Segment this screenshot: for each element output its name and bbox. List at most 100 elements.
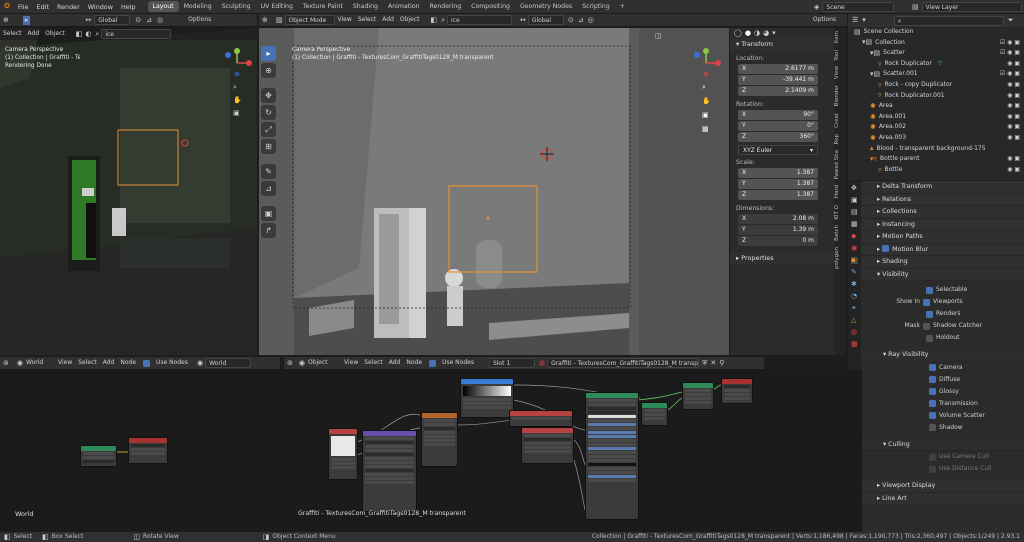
scene-properties-icon[interactable]: ◆ [851, 233, 858, 240]
section-line-art[interactable]: ▸ Line Art [861, 492, 1024, 505]
vp1-camera-view-icon[interactable]: ▣ [233, 110, 240, 117]
tool-scale-icon[interactable]: ⤢ [261, 122, 276, 137]
tab-geometry-nodes[interactable]: Geometry Nodes [515, 1, 577, 12]
sidebar-tab-item[interactable]: Item [834, 28, 840, 47]
add-workspace-button[interactable]: + [615, 1, 630, 12]
use-camera-cull-checkbox[interactable] [929, 453, 936, 461]
ray-shadow-row[interactable]: Shadow [861, 422, 1024, 434]
ray-transmission-checkbox[interactable] [929, 400, 936, 407]
shader-menu-view[interactable]: View [341, 358, 361, 368]
vp2-pivot-icon[interactable]: ⊙ [568, 16, 574, 24]
tab-uv-editing[interactable]: UV Editing [256, 1, 298, 12]
material-properties-icon[interactable]: ◍ [851, 329, 858, 336]
section-shading[interactable]: ▸ Shading [861, 256, 1024, 269]
sidebar-tab-batch[interactable]: Batch [834, 222, 840, 244]
view-layer-field[interactable]: View Layer [921, 2, 1022, 12]
options-dropdown[interactable]: Options [185, 15, 214, 25]
world-properties-icon[interactable]: ◉ [851, 245, 858, 252]
ray-glossy-checkbox[interactable] [929, 388, 936, 395]
vp1-view-toggle-icon[interactable]: ◧ [76, 30, 83, 38]
scale-y-field[interactable]: Y 1.387 [738, 179, 818, 189]
node-image-texture-c[interactable] [521, 427, 574, 464]
scene-selector[interactable]: ◈ Scene [814, 2, 895, 12]
constraints-properties-icon[interactable]: ⚭ [851, 305, 858, 312]
section-motion-paths[interactable]: ▸ Motion Paths [861, 231, 1024, 244]
ray-shadow-checkbox[interactable] [929, 424, 936, 431]
vp1-search-input[interactable]: ice [101, 29, 172, 39]
viewports-checkbox[interactable] [923, 298, 930, 306]
menu-help[interactable]: Help [117, 3, 140, 11]
tool-add-cube-icon[interactable]: ▣ [261, 206, 276, 221]
section-culling[interactable]: ▾ Culling [861, 438, 1024, 451]
visibility-icons[interactable]: ◉ ▣ [1007, 101, 1020, 112]
ray-camera-checkbox[interactable] [929, 364, 936, 371]
sidebar-tab-hard[interactable]: Hard [834, 182, 840, 201]
section-viewport-display[interactable]: ▸ Viewport Display [861, 480, 1024, 493]
use-distance-cull-checkbox[interactable] [929, 465, 936, 473]
blender-logo-icon[interactable]: ✪ [4, 3, 10, 10]
tab-modeling[interactable]: Modeling [179, 1, 217, 12]
node-principled-bsdf[interactable] [585, 392, 639, 520]
use-camera-cull-row[interactable]: Use Camera Cull [861, 451, 1024, 463]
section-delta-transform[interactable]: ▸ Delta Transform [861, 181, 1024, 194]
vp2-transform-icon[interactable]: ↔ [520, 16, 526, 24]
vp1-menu-select[interactable]: Select [0, 29, 25, 39]
tab-shading[interactable]: Shading [348, 1, 383, 12]
visibility-icons[interactable]: ◉ ▣ [1007, 59, 1020, 70]
vp2-axis-gizmo-icon[interactable] [691, 48, 721, 78]
node-world-output[interactable] [128, 437, 168, 464]
particle-properties-icon[interactable]: ✱ [851, 281, 858, 288]
vp1-overlay-icon[interactable]: ◐ [85, 30, 91, 38]
renders-checkbox[interactable] [926, 310, 933, 318]
vp2-transform-dropdown[interactable]: Global [527, 15, 564, 25]
vp2-view-toggle-icon[interactable]: ◧ [430, 16, 437, 24]
location-z-field[interactable]: Z 2.1409 m [738, 86, 818, 96]
outliner-row-bottle[interactable]: ▿ Bottle ◉ ▣ [854, 165, 1024, 176]
sidebar-tab-blender[interactable]: Blender [834, 82, 840, 109]
sidebar-tab-rep[interactable]: Rep [834, 131, 840, 147]
tab-sculpting[interactable]: Sculpting [217, 1, 256, 12]
world-datablock-field[interactable]: World [205, 358, 252, 368]
vp2-options-dropdown[interactable]: Options [810, 15, 839, 25]
node-color-ramp[interactable] [421, 412, 458, 467]
wireframe-shading-icon[interactable]: ◯ [734, 29, 742, 37]
tool-cursor-icon[interactable]: ⊕ [261, 63, 276, 78]
visibility-icons[interactable]: ◉ ▣ [1007, 133, 1020, 144]
shading-options-icon[interactable]: ▾ [772, 29, 776, 37]
vp1-menu-object[interactable]: Object [42, 29, 68, 39]
visibility-icons[interactable]: ☑ ◉ ▣ [1000, 48, 1020, 59]
vp2-menu-add[interactable]: Add [379, 15, 397, 25]
sidebar-tab-tool[interactable]: Tool [834, 47, 840, 64]
visibility-icons[interactable]: ◉ ▣ [1007, 165, 1020, 176]
outliner-row-scene-collection[interactable]: ▤ Scene Collection [854, 27, 1024, 38]
vp1-navigation-gizmo[interactable]: ⌕ ✋ ▣ [222, 48, 252, 138]
world-menu-node[interactable]: Node [117, 358, 139, 368]
properties-panel-header[interactable]: ▸ Properties [730, 252, 834, 264]
vp2-snap-icon[interactable]: ⊿ [578, 16, 584, 24]
physics-properties-icon[interactable]: ◔ [851, 293, 858, 300]
node-image-texture-a[interactable] [328, 428, 358, 480]
ray-diffuse-checkbox[interactable] [929, 376, 936, 383]
tool-select-box-icon[interactable]: ▸ [261, 46, 276, 61]
ray-diffuse-row[interactable]: Diffuse [861, 374, 1024, 386]
rotation-mode-dropdown[interactable]: XYZ Euler ▾ [738, 145, 818, 155]
outliner-row-bottle-parent[interactable]: ▾▿ Bottle parent ◉ ▣ [854, 154, 1024, 165]
pin-icon[interactable]: ⚲ [719, 359, 724, 367]
vp2-pan-icon[interactable]: ✋ [702, 98, 711, 105]
modifier-properties-icon[interactable]: ✎ [851, 269, 858, 276]
outliner-filter-icon[interactable]: ⏷ [1008, 17, 1014, 24]
vp1-pan-icon[interactable]: ✋ [233, 97, 242, 104]
material-name-field[interactable]: Graffiti - TexturesCom_GraffitiTags0128_… [547, 358, 700, 368]
outliner-row-area-003[interactable]: ✺ Area.003 ◉ ▣ [854, 133, 1024, 144]
shader-use-nodes-checkbox[interactable] [429, 359, 437, 367]
node-material-output[interactable] [721, 378, 753, 404]
outliner-row-scatter[interactable]: ▾▤ Scatter ☑ ◉ ▣ [854, 48, 1024, 59]
transform-panel-header[interactable]: ▾ Transform [730, 38, 834, 50]
view-layer-selector[interactable]: ▤ View Layer [912, 2, 1022, 12]
use-distance-cull-row[interactable]: Use Distance Cull [861, 463, 1024, 475]
tool-transform-icon[interactable]: ⊞ [261, 139, 276, 154]
outliner-row-area-001[interactable]: ✺ Area.001 ◉ ▣ [854, 112, 1024, 123]
holdout-row[interactable]: Holdout [861, 332, 1024, 344]
show-in-viewports-row[interactable]: Show In Viewports [861, 296, 1024, 308]
ray-volume-scatter-row[interactable]: Volume Scatter [861, 410, 1024, 422]
